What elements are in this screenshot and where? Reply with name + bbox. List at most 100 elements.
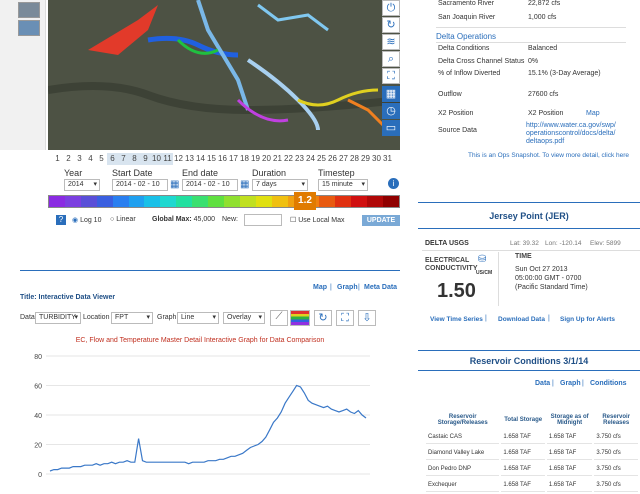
day-page-5[interactable]: 5	[96, 153, 107, 165]
color-scale-swatch	[176, 196, 193, 207]
draw-tool-icon[interactable]: ⟋	[270, 310, 288, 326]
tab-data[interactable]: Data	[535, 380, 550, 387]
unit-label: US/CM	[476, 270, 493, 276]
ops-snapshot-link[interactable]: This is an Ops Snapshot. To view more de…	[468, 152, 629, 159]
color-palette-icon[interactable]	[290, 310, 310, 326]
graph-type-select[interactable]: Line ▾	[177, 312, 219, 324]
new-max-input[interactable]	[244, 214, 282, 226]
day-page-21[interactable]: 21	[272, 153, 283, 165]
color-scale-marker[interactable]: 1.2	[294, 192, 316, 210]
table-row[interactable]: Exchequer 1.658 TAF 1.658 TAF 3.750 cfs	[426, 478, 638, 492]
graph-type-value: Line	[181, 314, 195, 321]
day-page-9[interactable]: 9	[140, 153, 151, 165]
day-page-7[interactable]: 7	[118, 153, 129, 165]
calendar-icon[interactable]: ▦	[240, 179, 249, 190]
day-page-22[interactable]: 22	[283, 153, 294, 165]
day-page-8[interactable]: 8	[129, 153, 140, 165]
table-row[interactable]: Don Pedro DNP 1.658 TAF 1.658 TAF 3.750 cfs	[426, 462, 638, 476]
clock-icon[interactable]: ◷	[382, 103, 400, 119]
table-row[interactable]: Diamond Valley Lake 1.658 TAF 1.658 TAF 3.7…	[426, 446, 638, 460]
time-line: (Pacific Standard Time)	[515, 284, 588, 291]
ops-row: Delta Cross Channel Status 0%	[438, 58, 638, 65]
day-page-4[interactable]: 4	[85, 153, 96, 165]
tab-map[interactable]: Map	[313, 284, 327, 291]
help-button[interactable]: ?	[56, 215, 66, 225]
day-page-15[interactable]: 15	[206, 153, 217, 165]
tab-conditions[interactable]: Conditions	[590, 380, 627, 387]
chart-icon[interactable]: ▭	[382, 120, 400, 136]
map-canvas[interactable]	[48, 0, 400, 150]
day-page-10[interactable]: 10	[151, 153, 162, 165]
value-color-scale[interactable]	[48, 195, 400, 208]
day-page-20[interactable]: 20	[261, 153, 272, 165]
day-page-27[interactable]: 27	[338, 153, 349, 165]
timestep-select[interactable]: 15 minute ▾	[318, 179, 368, 191]
refresh-icon[interactable]: ↻	[314, 310, 332, 326]
day-page-26[interactable]: 26	[327, 153, 338, 165]
day-page-17[interactable]: 17	[228, 153, 239, 165]
day-page-19[interactable]: 19	[250, 153, 261, 165]
location-select[interactable]: FPT ▾	[111, 312, 153, 324]
info-icon[interactable]: i	[388, 178, 399, 189]
linear-scale-option[interactable]: ○ Linear	[110, 216, 136, 223]
delta-operations-title[interactable]: Delta Operations	[436, 32, 496, 41]
download-data-link[interactable]: Download Data	[498, 316, 545, 323]
end-date-input[interactable]: 2014 - 02 - 10	[182, 179, 238, 191]
data-select[interactable]: TURBIDITY ▾	[35, 312, 81, 324]
day-page-3[interactable]: 3	[74, 153, 85, 165]
download-icon[interactable]: ⇩	[358, 310, 376, 326]
year-select[interactable]: 2014 ▾	[64, 179, 100, 191]
day-page-6[interactable]: 6	[107, 153, 118, 165]
separator: |	[358, 284, 360, 291]
day-page-14[interactable]: 14	[195, 153, 206, 165]
divider	[436, 27, 626, 28]
map-view-icon[interactable]: ▦	[382, 86, 400, 102]
overlay-select[interactable]: Overlay ▾	[223, 312, 265, 324]
layer-thumbnail-1[interactable]	[18, 2, 40, 18]
start-date-input[interactable]: 2014 - 02 - 10	[112, 179, 168, 191]
day-page-29[interactable]: 29	[360, 153, 371, 165]
fullscreen-icon[interactable]: ⛶	[336, 310, 354, 326]
day-page-16[interactable]: 16	[217, 153, 228, 165]
refresh-icon[interactable]: ↻	[382, 17, 400, 33]
day-page-25[interactable]: 25	[316, 153, 327, 165]
day-page-31[interactable]: 31	[382, 153, 393, 165]
view-time-series-link[interactable]: View Time Series	[430, 316, 483, 323]
layers-icon[interactable]: ≋	[382, 34, 400, 50]
radio-unchecked-icon: ○	[110, 216, 115, 223]
x2-map-link[interactable]: Map	[586, 110, 600, 117]
day-page-23[interactable]: 23	[294, 153, 305, 165]
separator: |	[330, 284, 332, 291]
checkbox-icon: ☐	[290, 217, 297, 224]
duration-select[interactable]: 7 days ▾	[252, 179, 308, 191]
update-button[interactable]: UPDATE	[362, 215, 400, 226]
series-line[interactable]	[49, 384, 367, 472]
calendar-icon[interactable]: ▦	[170, 179, 179, 190]
log-scale-option[interactable]: ◉ Log 10	[72, 216, 101, 224]
line-chart[interactable]: 0 20 40 60 80	[20, 350, 380, 480]
timestep-value: 15 minute	[322, 181, 353, 188]
tab-graph[interactable]: Graph	[560, 380, 581, 387]
tab-meta-data[interactable]: Meta Data	[364, 284, 397, 291]
layer-thumbnail-2[interactable]	[18, 20, 40, 36]
parameter-label: ELECTRICAL CONDUCTIVITY	[425, 257, 478, 272]
sign-up-alerts-link[interactable]: Sign Up for Alerts	[560, 316, 615, 323]
day-page-24[interactable]: 24	[305, 153, 316, 165]
day-page-13[interactable]: 13	[184, 153, 195, 165]
local-max-option[interactable]: ☐ Use Local Max	[290, 216, 345, 224]
fullscreen-icon[interactable]: ⛶	[382, 68, 400, 84]
day-page-1[interactable]: 1	[52, 153, 63, 165]
day-page-28[interactable]: 28	[349, 153, 360, 165]
tab-graph[interactable]: Graph	[337, 284, 358, 291]
table-row[interactable]: Castaic CAS 1.658 TAF 1.658 TAF 3.750 cfs	[426, 430, 638, 444]
day-page-18[interactable]: 18	[239, 153, 250, 165]
y-tick-label: 60	[34, 384, 42, 391]
day-page-12[interactable]: 12	[173, 153, 184, 165]
source-data-link[interactable]: http://www.water.ca.gov/swp/operationsco…	[526, 122, 618, 146]
zoom-icon[interactable]: ⌕	[382, 51, 400, 67]
power-icon[interactable]: ⏻	[382, 0, 400, 16]
day-page-2[interactable]: 2	[63, 153, 74, 165]
day-page-30[interactable]: 30	[371, 153, 382, 165]
day-page-11[interactable]: 11	[162, 153, 173, 165]
column-header: Total Storage	[504, 417, 543, 423]
